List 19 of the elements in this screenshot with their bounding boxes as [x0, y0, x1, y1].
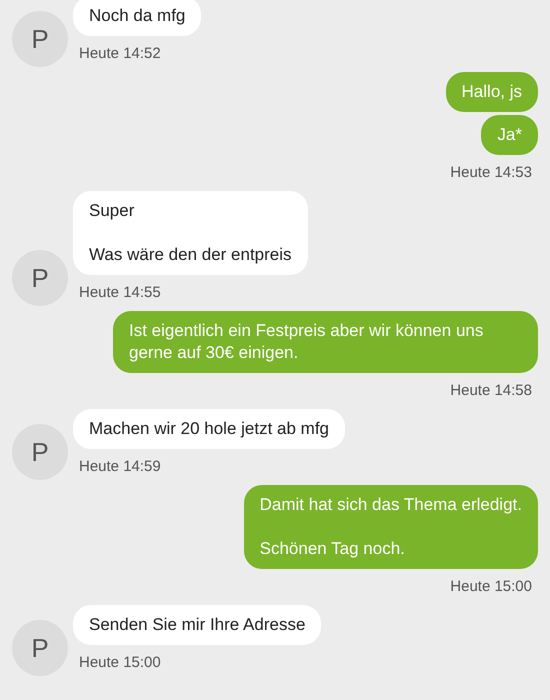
message-bubble: Hallo, js: [446, 72, 538, 112]
avatar: P: [12, 424, 68, 480]
avatar: P: [12, 620, 68, 676]
timestamp: Heute 14:55: [78, 284, 161, 302]
message-bubble: Ja*: [481, 115, 538, 155]
avatar: P: [12, 11, 68, 67]
message-bubble: Super Was wäre den der entpreis: [73, 191, 308, 275]
message-bubble: Machen wir 20 hole jetzt ab mfg: [73, 409, 346, 449]
message-bubble: Noch da mfg: [73, 0, 202, 36]
timestamp: Heute 14:53: [450, 164, 533, 182]
timestamp: Heute 15:00: [450, 578, 533, 596]
timestamp: Heute 14:59: [78, 458, 161, 476]
timestamp: Heute 15:00: [78, 654, 161, 672]
message-bubble: Ist eigentlich ein Festpreis aber wir können uns gerne auf 30€ einigen.: [113, 311, 538, 373]
timestamp: Heute 14:52: [78, 45, 161, 63]
timestamp: Heute 14:58: [450, 382, 533, 400]
avatar: P: [12, 250, 68, 306]
message-bubble: Damit hat sich das Thema erledigt. Schönen Tag noch.: [244, 485, 538, 569]
message-bubble: Senden Sie mir Ihre Adresse: [73, 605, 322, 645]
